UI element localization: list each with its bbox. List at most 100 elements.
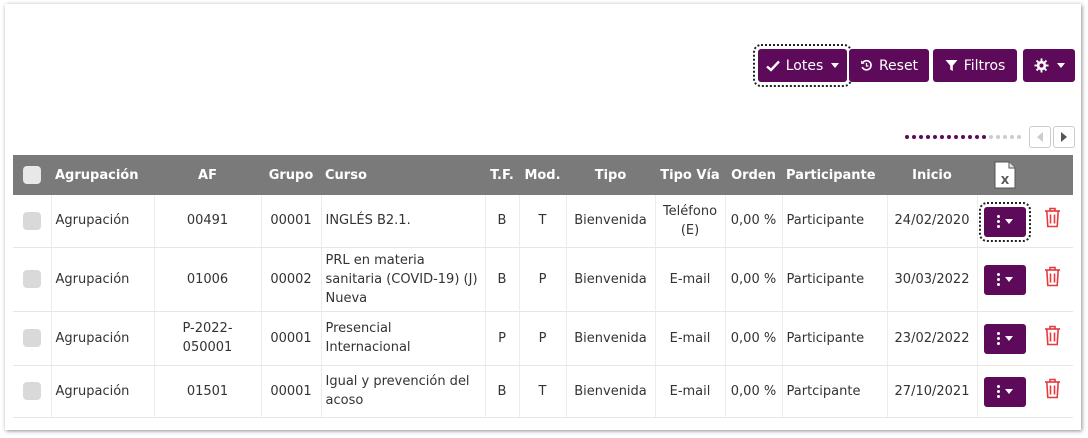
select-all-checkbox[interactable] (23, 166, 41, 184)
cell-af: 01501 (154, 365, 262, 418)
header-tf[interactable]: T.F. (485, 155, 519, 195)
cell-delete (1032, 365, 1073, 418)
cell-inicio: 30/03/2022 (887, 247, 978, 312)
header-excel-export: X (977, 155, 1032, 195)
table-row[interactable]: Agrupación 01501 00001 Igual y prevención d… (13, 365, 1073, 418)
column-pager-dot (954, 135, 958, 139)
cell-actions (977, 365, 1032, 418)
header-af[interactable]: AF (154, 155, 261, 195)
filtros-label: Filtros (963, 57, 1006, 74)
caret-down-icon (831, 63, 840, 68)
chevron-right-icon (1061, 132, 1067, 142)
excel-export-icon[interactable]: X (994, 161, 1016, 189)
header-tipo-via[interactable]: Tipo Vía (655, 155, 725, 195)
cell-orden: 0,00 % (725, 247, 783, 312)
row-actions-button[interactable] (978, 201, 1031, 242)
trash-icon[interactable] (1044, 325, 1061, 352)
header-agrupacion[interactable]: Agrupación (51, 155, 154, 195)
header-select-all (13, 155, 51, 195)
trash-icon[interactable] (1044, 207, 1061, 234)
column-pager-dot (1017, 135, 1021, 139)
header-participante[interactable]: Participante (782, 155, 887, 195)
caret-down-icon (1004, 277, 1013, 283)
column-pager-dot (982, 135, 986, 139)
header-tipo[interactable]: Tipo (566, 155, 655, 195)
table-row[interactable]: Agrupación 01006 00002 PRL en materia sanit… (13, 247, 1073, 312)
column-pager-dot (989, 135, 993, 139)
trash-icon[interactable] (1044, 378, 1061, 405)
cell-tf: P (485, 311, 520, 366)
cell-select (13, 311, 52, 366)
cell-tipo-via: E-mail (655, 311, 726, 366)
cell-af: 00491 (154, 195, 262, 248)
row-checkbox[interactable] (22, 270, 41, 288)
cell-tipo: Bienvenida (566, 311, 656, 366)
more-vertical-icon (996, 385, 1000, 399)
cell-select (13, 195, 52, 248)
cell-orden: 0,00 % (725, 365, 783, 418)
cell-tipo: Bienvenida (566, 195, 656, 248)
prev-columns-button[interactable] (1029, 126, 1051, 148)
gear-icon (1033, 58, 1049, 73)
cell-agrupacion: Agrupación (51, 247, 155, 312)
undo-icon (860, 59, 872, 71)
header-curso[interactable]: Curso (321, 155, 485, 195)
more-vertical-icon (996, 332, 1000, 346)
cell-curso: Igual y prevención del acoso (321, 365, 486, 418)
caret-down-icon (1004, 389, 1013, 395)
column-pager-dot (940, 135, 944, 139)
row-actions-button[interactable] (983, 323, 1026, 354)
row-checkbox[interactable] (22, 329, 41, 347)
filtros-button[interactable]: Filtros (933, 49, 1017, 82)
cell-delete (1032, 195, 1073, 248)
header-inicio[interactable]: Inicio (887, 155, 977, 195)
header-grupo[interactable]: Grupo (261, 155, 321, 195)
row-actions-button[interactable] (983, 376, 1026, 407)
cell-af: P-2022-050001 (154, 311, 262, 366)
table-row[interactable]: Agrupación 00491 00001 INGLÉS B2.1. B T Bienve… (13, 195, 1073, 248)
reset-label: Reset (878, 57, 919, 74)
cell-participante: Participante (782, 311, 888, 366)
header-mod[interactable]: Mod. (519, 155, 566, 195)
column-pager-dot (933, 135, 937, 139)
cell-inicio: 27/10/2021 (887, 365, 978, 418)
cell-grupo: 00002 (261, 247, 322, 312)
row-checkbox[interactable] (22, 382, 41, 400)
cell-participante: Participante (782, 247, 888, 312)
next-columns-button[interactable] (1053, 126, 1075, 148)
cell-grupo: 00001 (261, 195, 322, 248)
cell-tipo: Bienvenida (566, 365, 656, 418)
cell-inicio: 23/02/2022 (887, 311, 978, 366)
cell-actions (977, 311, 1032, 366)
column-pager-dots (905, 135, 1021, 139)
filter-icon (945, 60, 958, 71)
lotes-button[interactable]: Lotes (753, 44, 852, 87)
settings-button[interactable] (1023, 49, 1075, 82)
cell-delete (1032, 311, 1073, 366)
column-pager (905, 125, 1075, 149)
table-row[interactable]: Agrupación P-2022-050001 00001 Presencial I… (13, 311, 1073, 366)
column-pager-dot (905, 135, 909, 139)
cell-agrupacion: Agrupación (51, 311, 155, 366)
cell-agrupacion: Agrupación (51, 365, 155, 418)
cell-mod: P (519, 311, 567, 366)
main-panel: Lotes Reset Filtros Agrupación AF Grupo … (5, 4, 1081, 430)
cell-grupo: 00001 (261, 311, 322, 366)
column-pager-dot (961, 135, 965, 139)
column-pager-dot (1003, 135, 1007, 139)
column-pager-dot (975, 135, 979, 139)
trash-icon[interactable] (1044, 266, 1061, 293)
row-checkbox[interactable] (22, 211, 41, 230)
reset-button[interactable]: Reset (849, 49, 929, 82)
lotes-label: Lotes (785, 57, 824, 74)
more-vertical-icon (996, 215, 1000, 228)
cell-orden: 0,00 % (725, 195, 783, 248)
column-pager-dot (968, 135, 972, 139)
column-pager-dot (912, 135, 916, 139)
cell-orden: 0,00 % (725, 311, 783, 366)
row-actions-button[interactable] (983, 264, 1026, 295)
caret-down-icon (1004, 336, 1013, 342)
column-pager-dot (919, 135, 923, 139)
cell-participante: Partcipante (782, 365, 888, 418)
header-orden[interactable]: Orden (725, 155, 782, 195)
